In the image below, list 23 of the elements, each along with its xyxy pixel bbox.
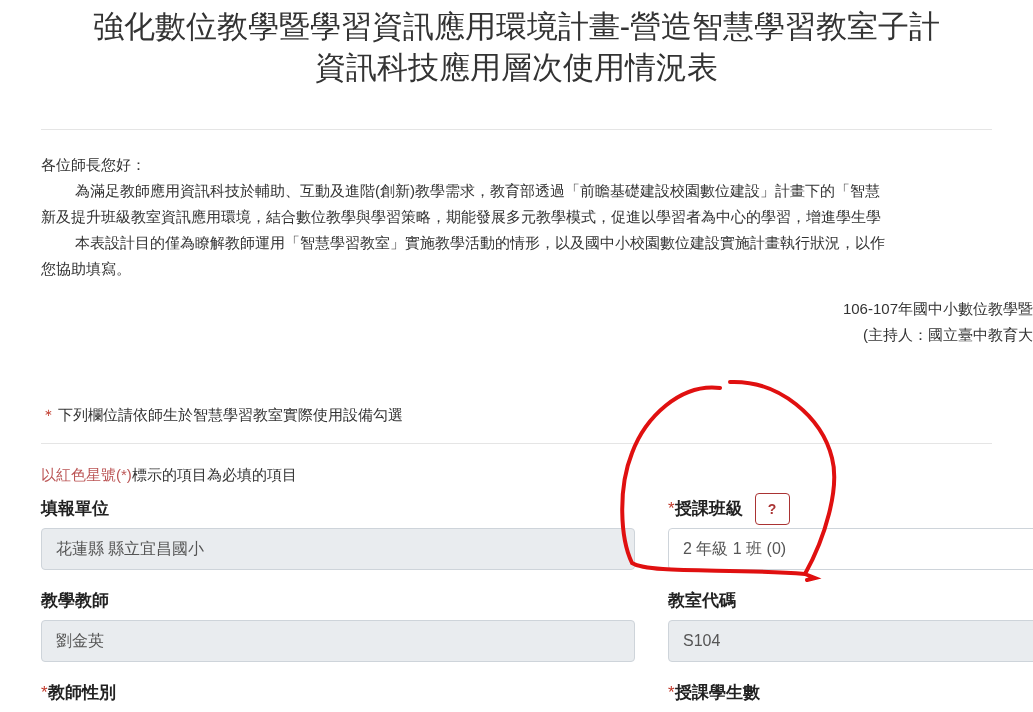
intro-text: 新及提升班級教室資訊應用環境，結合數位教學與學習策略，期能發展多元教學模式，促進以學習者為中心的學習，增進學生學 [41,207,882,227]
input-field[interactable]: 2 年級 1 班 (0) [668,528,1033,570]
page-title: 強化數位教學暨學習資訊應用環境計畫-營造智慧學習教室子計 [92,8,941,46]
field-label: *授課班級 [668,498,743,521]
input-field[interactable]: S104 [668,620,1033,662]
field-label: *授課學生數 [668,682,760,705]
asterisk-icon: ＊ [41,404,56,427]
page-title: 資訊科技應用層次使用情況表 [315,49,718,87]
greeting-text: 各位師長您好： [41,155,147,175]
field-label: 教室代碼 [668,590,736,613]
field-label: 教學教師 [41,590,109,613]
intro-text: 為滿足教師應用資訊科技於輔助、互動及進階(創新)教學需求，教育部透過「前瞻基礎建設校園數位建設」計畫下的「智慧 [74,181,881,201]
required-note: 以紅色星號(*)標示的項目為必填的項目 [41,464,298,485]
field-label: *教師性別 [41,682,116,705]
signature-text: (主持人：國立臺中教育大 [863,325,1033,345]
help-button[interactable]: ? [754,493,790,525]
field-label: 填報單位 [41,498,109,521]
signature-text: 106-107年國中小數位教學暨 [842,299,1033,319]
input-field[interactable]: 劉金英 [41,620,635,662]
intro-text: 本表設計目的僅為瞭解教師運用「智慧學習教室」實施教學活動的情形，以及國中小校園數位建設實施計畫執行狀況，以作 [74,233,886,253]
notice-text: 下列欄位請依師生於智慧學習教室實際使用設備勾選 [58,405,403,425]
input-field[interactable]: 花蓮縣 縣立宜昌國小 [41,528,635,570]
intro-text: 您協助填寫。 [41,259,132,279]
